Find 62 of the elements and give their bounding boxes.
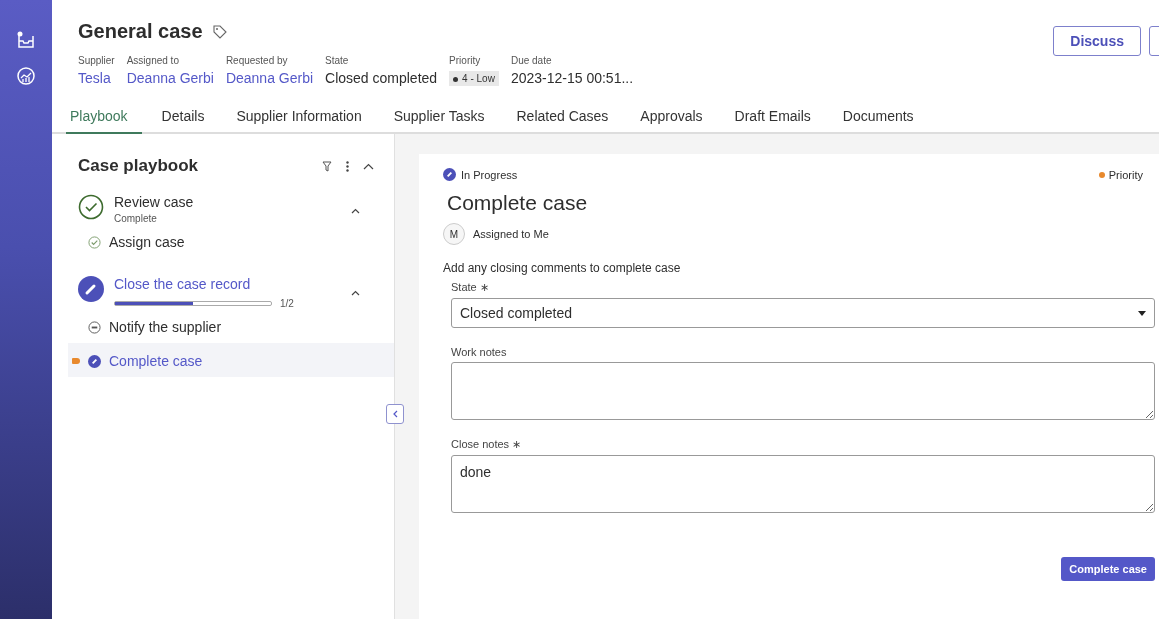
collapse-panel-button[interactable] bbox=[386, 404, 404, 424]
step-group-title[interactable]: Review case bbox=[114, 194, 341, 210]
pencil-circle-icon bbox=[88, 354, 101, 368]
step-item[interactable]: Assign case bbox=[68, 224, 394, 258]
field-value: 2023-12-15 00:51... bbox=[510, 70, 634, 86]
chevron-left-icon bbox=[392, 410, 398, 418]
check-circle-icon bbox=[88, 235, 101, 249]
step-status: Complete bbox=[114, 213, 158, 224]
check-circle-icon bbox=[78, 194, 104, 220]
more-icon[interactable] bbox=[346, 160, 349, 172]
step-group-title[interactable]: Close the case record bbox=[114, 276, 341, 292]
field-link[interactable]: Tesla bbox=[78, 70, 115, 86]
field-label: Requested by bbox=[225, 55, 289, 66]
field-link[interactable]: Deanna Gerbi bbox=[225, 70, 314, 86]
priority-badge: 4 - Low bbox=[449, 71, 499, 86]
tag-icon[interactable] bbox=[212, 24, 227, 39]
tab[interactable]: Playbook bbox=[66, 102, 142, 134]
tab[interactable]: Supplier Tasks bbox=[389, 102, 497, 134]
chevron-up-icon[interactable] bbox=[351, 208, 360, 214]
progress-count: 1/2 bbox=[280, 298, 294, 309]
filter-icon[interactable] bbox=[322, 160, 332, 172]
caret-down-icon bbox=[1138, 310, 1146, 316]
notes-field[interactable]: done bbox=[451, 455, 1155, 513]
state-select[interactable]: Closed completed bbox=[451, 298, 1155, 328]
panel-title: Case playbook bbox=[78, 156, 199, 176]
current-flag-icon bbox=[72, 358, 80, 364]
tab[interactable]: Documents bbox=[838, 102, 926, 134]
task-title: Complete case bbox=[447, 191, 589, 215]
field-label: State bbox=[325, 55, 350, 66]
case-title: General case bbox=[78, 20, 203, 43]
step-item[interactable]: Complete case bbox=[68, 343, 394, 377]
field-label: Close notes ∗ bbox=[451, 438, 523, 451]
pencil-circle-icon bbox=[443, 168, 456, 181]
field-label: Assigned to bbox=[126, 55, 180, 66]
avatar: M bbox=[443, 223, 465, 245]
inbox-icon[interactable] bbox=[16, 30, 36, 50]
pending-circle-icon bbox=[88, 320, 101, 334]
field-label: Work notes bbox=[451, 346, 508, 358]
status-label: In Progress bbox=[461, 168, 518, 181]
priority-label: Priority bbox=[1108, 168, 1143, 181]
field-label: Priority bbox=[449, 55, 482, 66]
priority-dot bbox=[1098, 171, 1105, 178]
tab[interactable]: Supplier Information bbox=[232, 102, 374, 134]
tab[interactable]: Details bbox=[157, 102, 217, 134]
pencil-circle-icon bbox=[78, 276, 104, 302]
field-link[interactable]: Deanna Gerbi bbox=[126, 70, 214, 86]
assignee-label: Assigned to Me bbox=[473, 228, 549, 240]
notes-field[interactable] bbox=[451, 362, 1155, 420]
chevron-up-icon[interactable] bbox=[363, 162, 374, 170]
tab[interactable]: Draft Emails bbox=[730, 102, 823, 134]
field-label: Supplier bbox=[78, 55, 115, 66]
tab[interactable]: Approvals bbox=[636, 102, 715, 134]
field-value: Closed completed bbox=[325, 70, 438, 86]
complete-case-button[interactable]: Complete case bbox=[1061, 557, 1155, 581]
instructions-text: Add any closing comments to complete case bbox=[443, 261, 682, 275]
field-label: State ∗ bbox=[451, 281, 490, 294]
tab[interactable]: Related Cases bbox=[512, 102, 621, 134]
discuss-button[interactable]: Discuss bbox=[1053, 26, 1141, 56]
step-item[interactable]: Notify the supplier bbox=[68, 309, 394, 343]
chevron-up-icon[interactable] bbox=[351, 290, 360, 296]
chart-circle-icon[interactable] bbox=[16, 66, 36, 86]
field-label: Due date bbox=[510, 55, 553, 66]
